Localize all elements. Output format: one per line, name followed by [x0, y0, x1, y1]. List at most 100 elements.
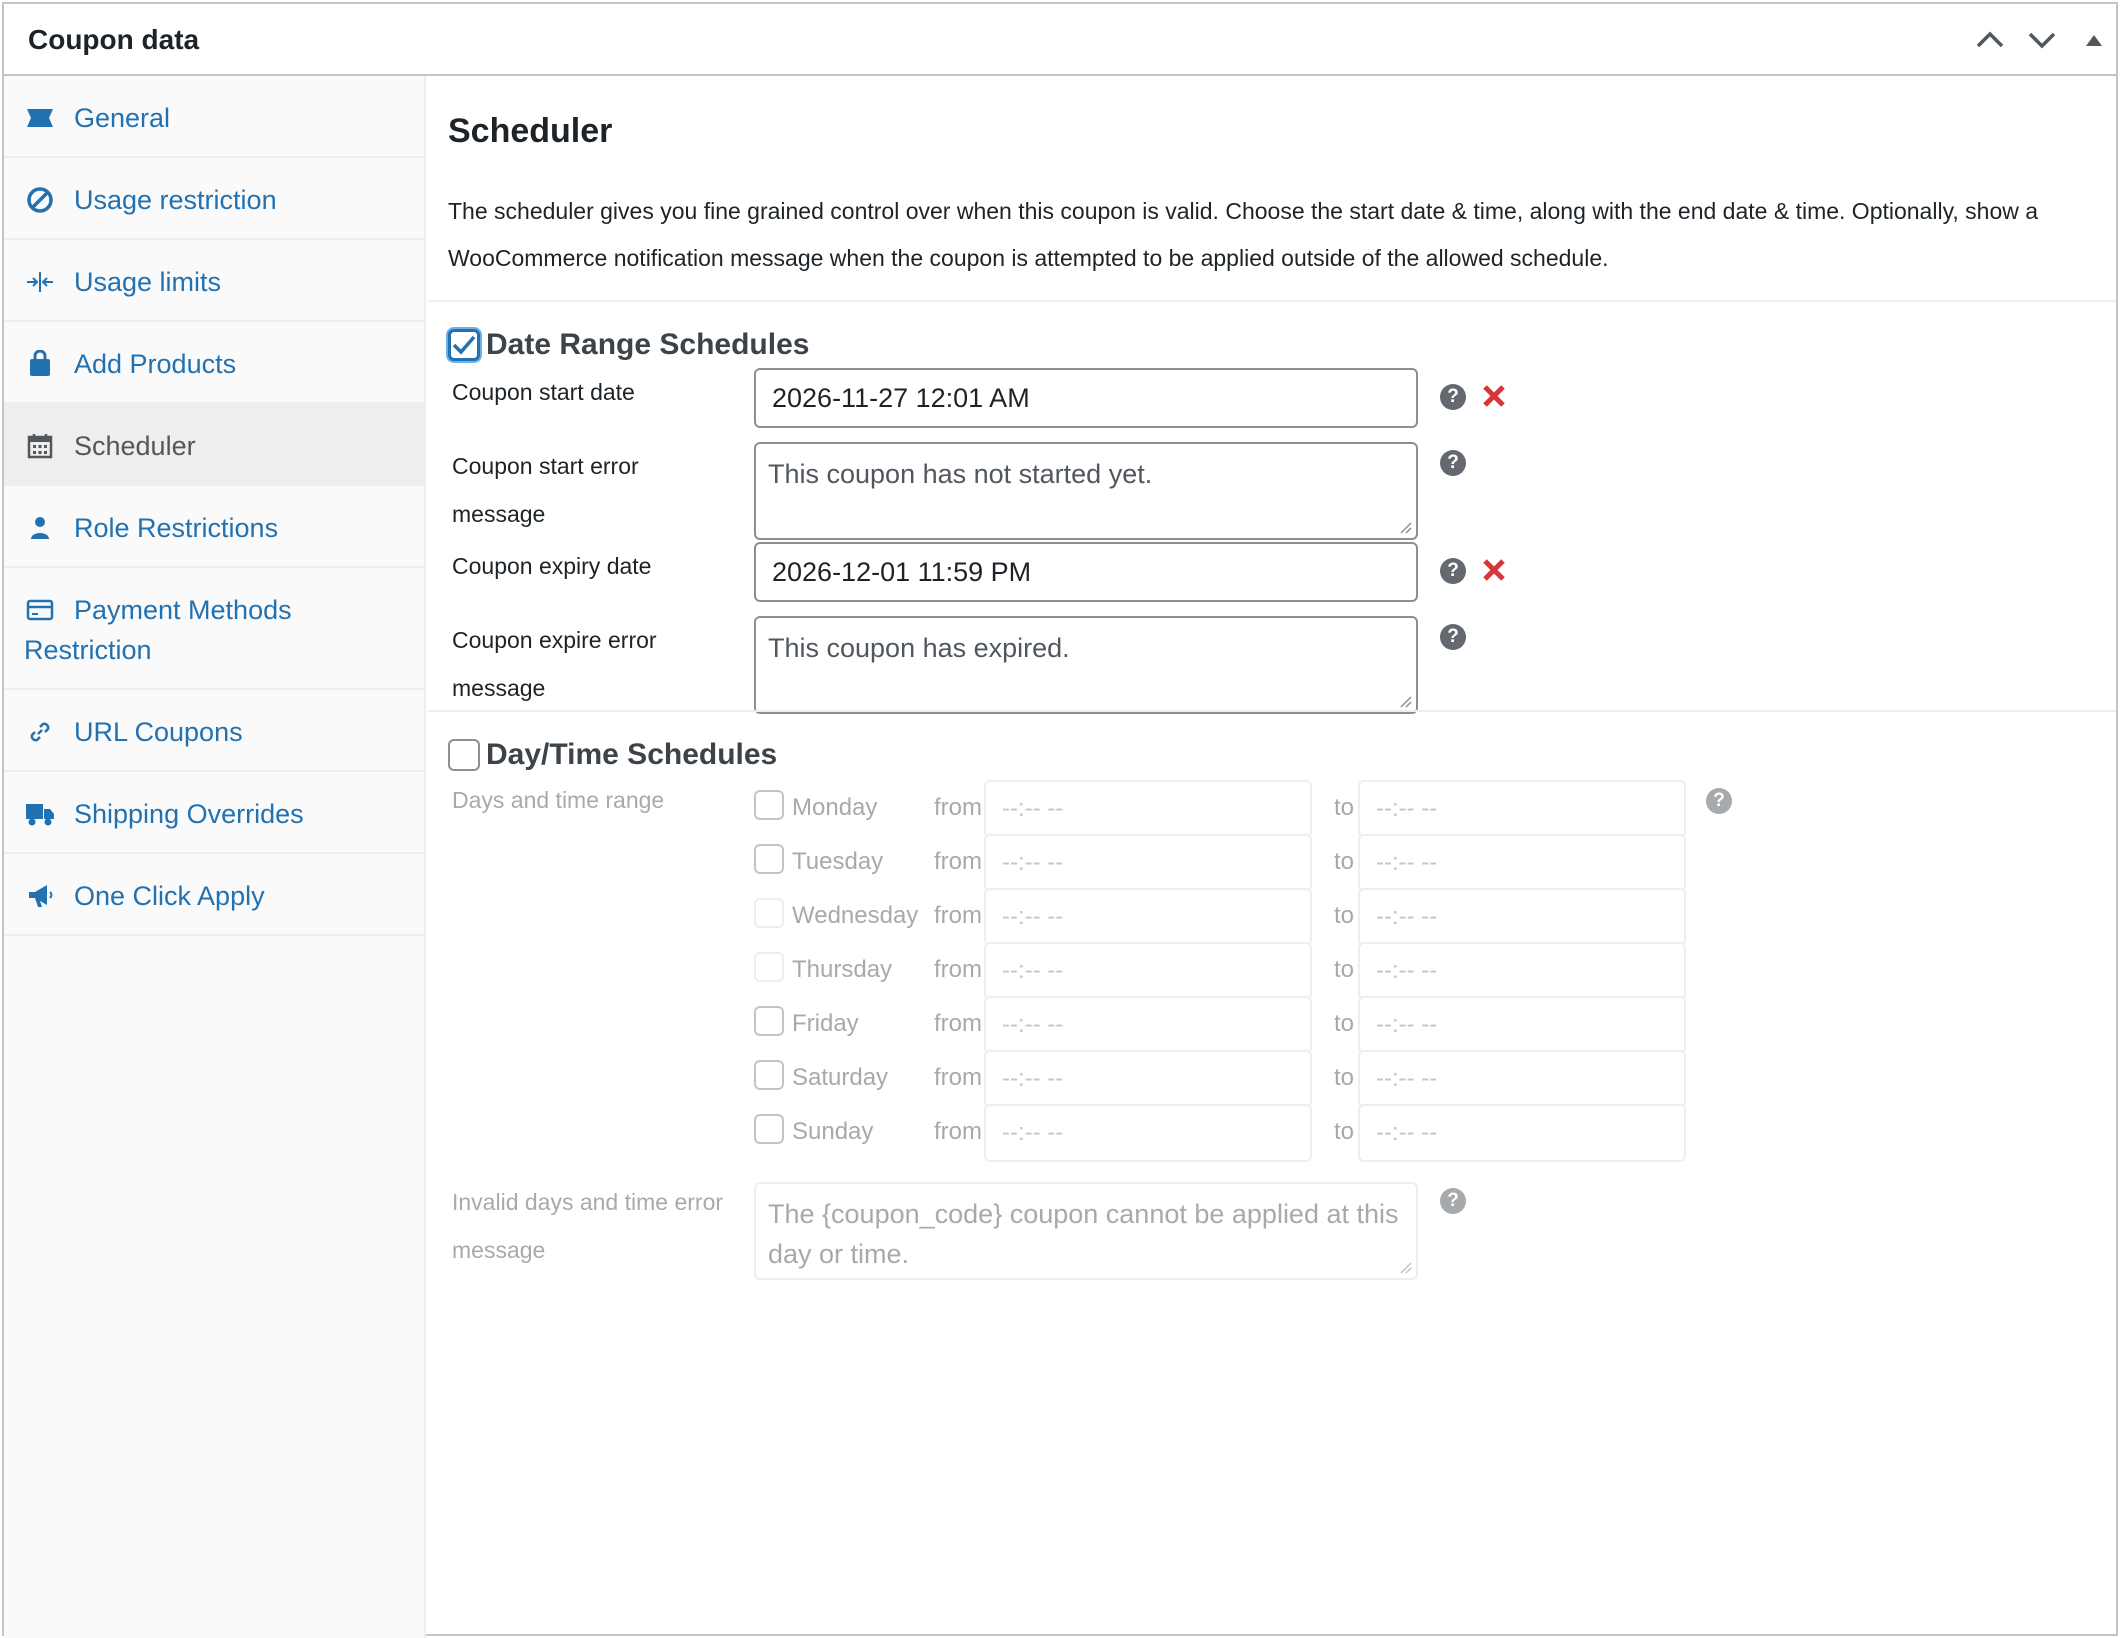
day-name: Sunday: [792, 1118, 874, 1145]
truck-icon: [24, 798, 56, 830]
day-row-wednesday: Wednesday from --:-- -- to --:-- --: [428, 888, 2116, 946]
start-error-text: This coupon has not started yet.: [768, 459, 1153, 489]
section-divider: [428, 710, 2116, 712]
help-icon[interactable]: ?: [1440, 558, 1466, 584]
payment-methods-label: Payment Methods Restriction: [24, 595, 292, 665]
tab-scheduler[interactable]: Scheduler: [4, 404, 424, 486]
day-name: Thursday: [792, 956, 893, 983]
tab-one-click-apply[interactable]: One Click Apply: [4, 854, 424, 936]
from-label: from: [934, 1010, 982, 1037]
chevron-down-icon[interactable]: [2022, 20, 2062, 60]
tab-usage-limits[interactable]: Usage limits: [4, 240, 424, 322]
to-time-input[interactable]: --:-- --: [1358, 996, 1686, 1054]
day-checkbox[interactable]: [754, 952, 784, 982]
from-time-input[interactable]: --:-- --: [984, 888, 1312, 946]
expire-error-label: Coupon expire error message: [452, 627, 657, 701]
triangle-up-icon[interactable]: [2074, 20, 2114, 60]
coupon-tabs-sidebar: General Usage restriction Usage limits A…: [4, 76, 426, 1638]
expire-error-text: This coupon has expired.: [768, 633, 1070, 663]
day-name: Saturday: [792, 1064, 889, 1091]
day-name: Wednesday: [792, 902, 919, 929]
start-date-input[interactable]: 2026-11-27 12:01 AM: [754, 368, 1418, 428]
day-time-heading-text: Day/Time Schedules: [486, 738, 778, 771]
clear-start-date-icon[interactable]: [1480, 382, 1508, 410]
resize-handle-icon[interactable]: [1398, 520, 1412, 534]
day-checkbox[interactable]: [754, 1006, 784, 1036]
card-icon: [24, 594, 56, 626]
megaphone-icon: [24, 880, 56, 912]
tab-payment-methods-restriction[interactable]: Payment Methods Restriction: [4, 568, 424, 690]
scheduler-title: Scheduler: [448, 112, 613, 150]
panel-header: Coupon data: [4, 4, 2116, 76]
to-time-input[interactable]: --:-- --: [1358, 834, 1686, 892]
date-range-heading-text: Date Range Schedules: [486, 328, 810, 361]
expiry-date-label: Coupon expiry date: [452, 553, 652, 579]
invalid-days-label: Invalid days and time error message: [452, 1189, 724, 1263]
day-row-sunday: Sunday from --:-- -- to --:-- --: [428, 1104, 2116, 1162]
day-row-tuesday: Tuesday from --:-- -- to --:-- --: [428, 834, 2116, 892]
day-time-checkbox[interactable]: [448, 739, 480, 771]
day-time-heading: Day/Time Schedules: [448, 738, 777, 772]
from-label: from: [934, 848, 982, 875]
from-time-input[interactable]: --:-- --: [984, 1104, 1312, 1162]
from-time-input[interactable]: --:-- --: [984, 834, 1312, 892]
expire-error-textarea[interactable]: This coupon has expired.: [754, 616, 1418, 714]
day-checkbox[interactable]: [754, 844, 784, 874]
scheduler-description: The scheduler gives you fine grained con…: [448, 198, 2039, 271]
help-icon[interactable]: ?: [1440, 450, 1466, 476]
from-time-input[interactable]: --:-- --: [984, 1050, 1312, 1108]
chevron-up-icon[interactable]: [1970, 20, 2010, 60]
day-checkbox[interactable]: [754, 1060, 784, 1090]
to-time-input[interactable]: --:-- --: [1358, 1104, 1686, 1162]
to-time-input[interactable]: --:-- --: [1358, 780, 1686, 838]
invalid-days-textarea[interactable]: The {coupon_code} coupon cannot be appli…: [754, 1182, 1418, 1280]
to-time-input[interactable]: --:-- --: [1358, 888, 1686, 946]
date-range-checkbox[interactable]: [448, 329, 480, 361]
split-arrows-icon: [24, 266, 56, 298]
payment-methods-label-wrap: Payment Methods Restriction: [24, 594, 404, 670]
from-label: from: [934, 794, 982, 821]
to-label: to: [1334, 848, 1355, 875]
link-icon: [24, 716, 56, 748]
day-checkbox[interactable]: [754, 898, 784, 928]
to-time-input[interactable]: --:-- --: [1358, 942, 1686, 1000]
from-time-input[interactable]: --:-- --: [984, 780, 1312, 838]
to-label: to: [1334, 794, 1355, 821]
clear-expiry-date-icon[interactable]: [1480, 556, 1508, 584]
expiry-date-input[interactable]: 2026-12-01 11:59 PM: [754, 542, 1418, 602]
start-error-textarea[interactable]: This coupon has not started yet.: [754, 442, 1418, 540]
day-checkbox[interactable]: [754, 790, 784, 820]
tab-role-restrictions[interactable]: Role Restrictions: [4, 486, 424, 568]
day-name: Tuesday: [792, 848, 884, 875]
scheduler-panel: Scheduler The scheduler gives you fine g…: [428, 78, 2116, 1634]
tab-usage-restriction[interactable]: Usage restriction: [4, 158, 424, 240]
block-icon: [24, 184, 56, 216]
day-row-saturday: Saturday from --:-- -- to --:-- --: [428, 1050, 2116, 1108]
day-checkbox[interactable]: [754, 1114, 784, 1144]
tab-add-products[interactable]: Add Products: [4, 322, 424, 404]
panel-title: Coupon data: [28, 24, 200, 55]
from-label: from: [934, 902, 982, 929]
user-icon: [24, 512, 56, 544]
day-name: Monday: [792, 794, 878, 821]
to-label: to: [1334, 1118, 1355, 1145]
help-icon[interactable]: ?: [1440, 1188, 1466, 1214]
from-label: from: [934, 1118, 982, 1145]
resize-handle-icon[interactable]: [1398, 694, 1412, 708]
resize-handle-icon[interactable]: [1398, 1260, 1412, 1274]
to-label: to: [1334, 1064, 1355, 1091]
tab-url-coupons[interactable]: URL Coupons: [4, 690, 424, 772]
to-label: to: [1334, 956, 1355, 983]
date-range-heading: Date Range Schedules: [448, 328, 809, 362]
start-error-label: Coupon start error message: [452, 453, 639, 527]
day-row-thursday: Thursday from --:-- -- to --:-- --: [428, 942, 2116, 1000]
help-icon[interactable]: ?: [1440, 384, 1466, 410]
ticket-icon: [24, 102, 56, 134]
from-time-input[interactable]: --:-- --: [984, 996, 1312, 1054]
to-time-input[interactable]: --:-- --: [1358, 1050, 1686, 1108]
tab-shipping-overrides[interactable]: Shipping Overrides: [4, 772, 424, 854]
from-time-input[interactable]: --:-- --: [984, 942, 1312, 1000]
help-icon[interactable]: ?: [1440, 624, 1466, 650]
day-row-friday: Friday from --:-- -- to --:-- --: [428, 996, 2116, 1054]
tab-general[interactable]: General: [4, 76, 424, 158]
